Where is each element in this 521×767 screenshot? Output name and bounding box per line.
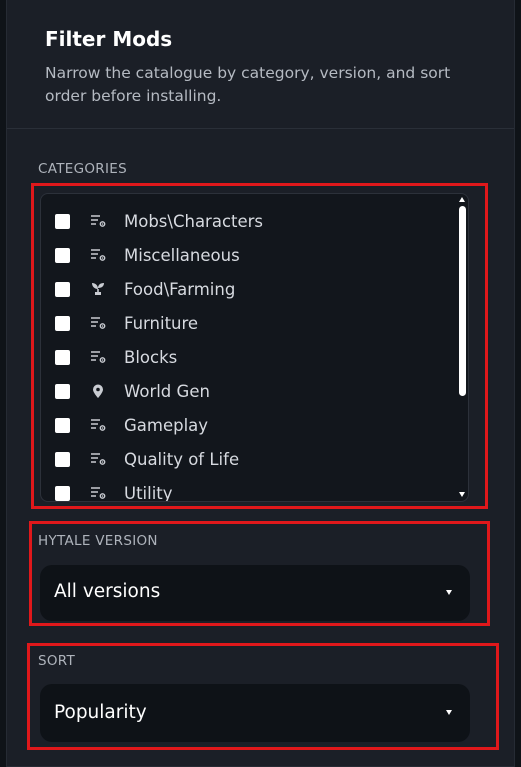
category-checkbox[interactable]: [55, 281, 70, 297]
list-settings-icon: [89, 451, 106, 468]
sort-label: SORT: [38, 653, 76, 669]
category-item-blocks[interactable]: Blocks: [41, 340, 451, 374]
category-checkbox[interactable]: [55, 315, 70, 331]
category-item-food-farming[interactable]: Food\Farming: [41, 272, 451, 306]
list-settings-icon: [89, 417, 106, 434]
scroll-up-arrow-icon[interactable]: [459, 197, 465, 202]
category-item-miscellaneous[interactable]: Miscellaneous: [41, 238, 451, 272]
list-settings-icon: [89, 485, 106, 502]
category-item-gameplay[interactable]: Gameplay: [41, 408, 451, 442]
category-checkbox[interactable]: [55, 417, 70, 433]
category-item-quality-of-life[interactable]: Quality of Life: [41, 442, 451, 476]
list-settings-icon: [89, 315, 106, 332]
categories-scrollbar[interactable]: [454, 194, 468, 501]
category-checkbox[interactable]: [55, 213, 70, 229]
version-select[interactable]: All versions: [40, 565, 470, 621]
version-label: HYTALE VERSION: [38, 533, 158, 549]
category-label: Gameplay: [124, 415, 209, 435]
category-item-utility[interactable]: Utility: [41, 476, 451, 502]
category-item-mobs-characters[interactable]: Mobs\Characters: [41, 204, 451, 238]
categories-label: CATEGORIES: [38, 161, 127, 177]
category-checkbox[interactable]: [55, 349, 70, 365]
category-label: World Gen: [124, 381, 210, 401]
map-pin-icon: [89, 383, 106, 400]
category-label: Utility: [124, 483, 173, 502]
categories-list[interactable]: Mobs\Characters Miscellaneous Food\Farmi…: [40, 193, 469, 502]
category-label: Furniture: [124, 313, 199, 333]
scroll-down-arrow-icon[interactable]: [459, 492, 465, 497]
category-label: Mobs\Characters: [124, 211, 264, 231]
category-label: Quality of Life: [124, 449, 240, 469]
list-settings-icon: [89, 349, 106, 366]
panel-title: Filter Mods: [45, 27, 173, 51]
sprout-icon: [89, 281, 106, 298]
category-checkbox[interactable]: [55, 485, 70, 501]
category-checkbox[interactable]: [55, 451, 70, 467]
caret-down-icon: [446, 590, 452, 595]
category-label: Blocks: [124, 347, 178, 367]
category-item-world-gen[interactable]: World Gen: [41, 374, 451, 408]
panel-header: Filter Mods Narrow the catalogue by cate…: [7, 0, 514, 129]
sort-select[interactable]: Popularity: [40, 684, 470, 742]
list-settings-icon: [89, 213, 106, 230]
category-checkbox[interactable]: [55, 383, 70, 399]
panel-subtitle: Narrow the catalogue by category, versio…: [45, 64, 451, 105]
scrollbar-thumb[interactable]: [459, 206, 466, 396]
category-item-furniture[interactable]: Furniture: [41, 306, 451, 340]
category-label: Miscellaneous: [124, 245, 240, 265]
list-settings-icon: [89, 247, 106, 264]
category-label: Food\Farming: [124, 279, 236, 299]
category-checkbox[interactable]: [55, 247, 70, 263]
caret-down-icon: [446, 710, 452, 715]
version-select-value: All versions: [54, 581, 161, 602]
sort-select-value: Popularity: [54, 702, 147, 723]
